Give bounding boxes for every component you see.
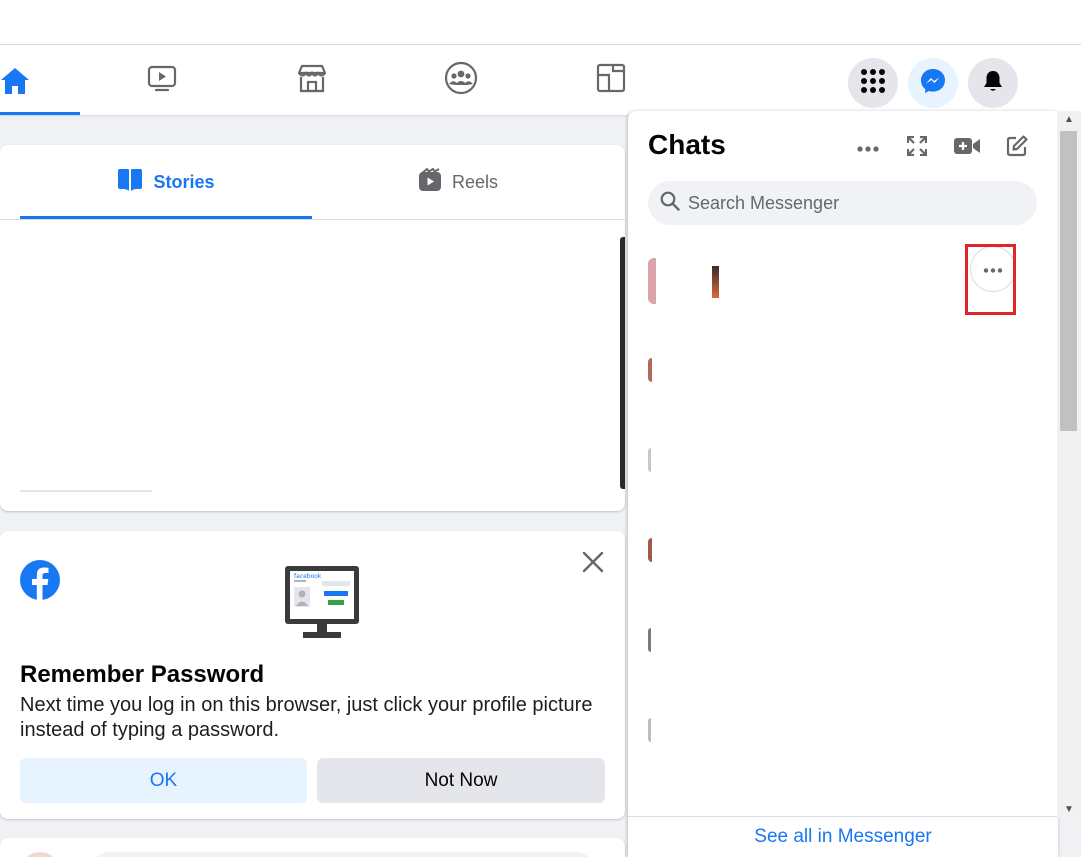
chat-list-item[interactable] bbox=[648, 338, 1028, 408]
ok-button[interactable]: OK bbox=[20, 758, 307, 803]
nav-tab-groups[interactable] bbox=[411, 45, 511, 115]
more-options-icon bbox=[857, 139, 879, 157]
nav-tab-gaming[interactable] bbox=[561, 45, 661, 115]
chats-panel: Chats Search Messenger See all in Messen… bbox=[628, 111, 1058, 857]
chat-options-button[interactable] bbox=[970, 246, 1016, 292]
notifications-button[interactable] bbox=[968, 58, 1018, 108]
gaming-icon bbox=[596, 63, 626, 98]
menu-button[interactable] bbox=[848, 58, 898, 108]
scroll-up-icon[interactable]: ▲ bbox=[1057, 111, 1081, 128]
avatar bbox=[648, 358, 652, 382]
chat-list-item[interactable] bbox=[648, 428, 1028, 498]
messenger-button[interactable] bbox=[908, 58, 958, 108]
new-room-button[interactable] bbox=[952, 133, 982, 163]
marketplace-icon bbox=[296, 63, 328, 98]
tab-stories[interactable]: Stories bbox=[20, 145, 312, 219]
post-card-partial bbox=[0, 838, 625, 857]
nav-tab-watch[interactable] bbox=[112, 45, 212, 115]
search-input[interactable] bbox=[688, 192, 1018, 214]
top-navigation-bar bbox=[0, 45, 1081, 115]
nav-tab-marketplace[interactable] bbox=[262, 45, 362, 115]
groups-icon bbox=[444, 61, 478, 100]
see-all-in-messenger-link[interactable]: See all in Messenger bbox=[628, 816, 1058, 857]
facebook-logo-icon bbox=[20, 560, 60, 605]
chat-list-item[interactable] bbox=[648, 698, 1028, 768]
remember-password-card: facebook Remember Password Next time you… bbox=[0, 531, 625, 819]
scroll-down-icon[interactable]: ▼ bbox=[1057, 801, 1081, 818]
screen-brand-text: facebook bbox=[294, 573, 322, 580]
home-icon bbox=[0, 67, 30, 100]
tab-reels-label: Reels bbox=[451, 171, 499, 192]
new-message-icon bbox=[1006, 134, 1028, 162]
tab-stories-label: Stories bbox=[153, 171, 215, 192]
chats-options-button[interactable] bbox=[853, 133, 883, 163]
avatar bbox=[648, 258, 656, 304]
open-in-messenger-button[interactable] bbox=[902, 133, 932, 163]
avatar bbox=[648, 538, 652, 562]
avatar bbox=[648, 628, 651, 652]
story-carousel-underline bbox=[20, 490, 152, 492]
avatar bbox=[648, 718, 651, 742]
tab-reels[interactable]: Reels bbox=[312, 145, 604, 219]
composer-input[interactable] bbox=[90, 852, 595, 857]
remember-password-description: Next time you log in on this browser, ju… bbox=[20, 694, 593, 741]
avatar bbox=[648, 448, 651, 472]
search-messenger[interactable] bbox=[648, 181, 1037, 225]
new-video-call-icon bbox=[954, 137, 980, 160]
scrollbar[interactable]: ▲ ▼ bbox=[1057, 111, 1081, 818]
browser-top-strip bbox=[0, 0, 1081, 45]
tabs-divider bbox=[0, 219, 625, 220]
not-now-button[interactable]: Not Now bbox=[317, 758, 605, 803]
chats-title: Chats bbox=[648, 129, 726, 160]
avatar-fragment bbox=[712, 266, 719, 298]
messenger-icon bbox=[920, 68, 946, 99]
computer-illustration-icon: facebook bbox=[283, 564, 361, 647]
book-icon bbox=[117, 168, 143, 197]
search-icon bbox=[660, 191, 680, 216]
new-message-button[interactable] bbox=[1002, 133, 1032, 163]
reels-icon bbox=[418, 167, 442, 197]
watch-icon bbox=[147, 63, 177, 98]
notifications-icon bbox=[981, 69, 1005, 98]
chat-list-item[interactable] bbox=[648, 248, 1028, 318]
avatar[interactable] bbox=[20, 852, 60, 857]
remember-password-title: Remember Password bbox=[20, 661, 265, 688]
close-button[interactable] bbox=[578, 549, 608, 579]
scrollbar-thumb[interactable] bbox=[1060, 131, 1077, 431]
story-thumbnail-edge[interactable] bbox=[620, 237, 625, 489]
nav-tab-home[interactable] bbox=[0, 45, 80, 115]
chat-list-item[interactable] bbox=[648, 518, 1028, 588]
close-icon bbox=[582, 551, 604, 578]
expand-icon bbox=[906, 135, 928, 161]
menu-grid-icon bbox=[860, 68, 886, 99]
more-options-icon bbox=[983, 260, 1003, 278]
chat-list-item[interactable] bbox=[648, 608, 1028, 678]
stories-card: Stories Reels bbox=[0, 145, 625, 511]
